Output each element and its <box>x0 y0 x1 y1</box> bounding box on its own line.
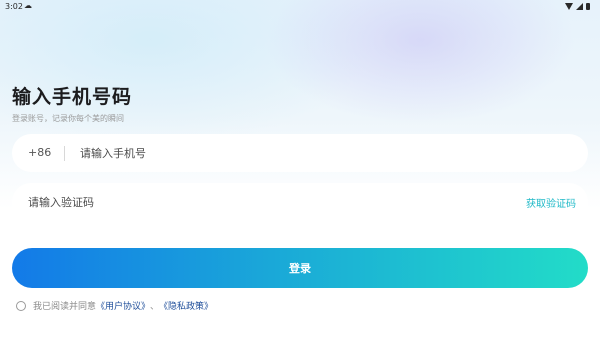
status-time: 3:02 <box>5 2 23 11</box>
agreement-checkbox[interactable] <box>16 300 26 311</box>
get-code-button[interactable]: 获取验证码 <box>526 195 576 210</box>
page-subtitle: 登录账号，记录你每个美的瞬间 <box>12 114 124 123</box>
agreement-prefix: 我已阅读并同意 <box>33 302 97 312</box>
wifi-icon <box>565 3 573 10</box>
verification-code-input[interactable] <box>28 183 488 221</box>
user-agreement-link[interactable]: 《用户协议》 <box>96 299 150 312</box>
prefix-divider <box>64 146 65 161</box>
login-button[interactable]: 登录 <box>12 248 588 288</box>
privacy-policy-link[interactable]: 《隐私政策》 <box>159 299 213 312</box>
verification-code-field[interactable]: 获取验证码 <box>12 183 588 221</box>
status-bar: 3:02 ☁ <box>0 0 600 14</box>
cloud-sync-icon: ☁ <box>24 1 32 10</box>
agreement-separator: 、 <box>150 302 160 312</box>
phone-field[interactable]: +86 <box>12 134 588 172</box>
agreement-row: 我已阅读并同意 《用户协议》 、 《隐私政策》 <box>16 299 213 312</box>
country-code-prefix[interactable]: +86 <box>28 146 51 159</box>
signal-icon <box>576 2 583 10</box>
status-icons <box>565 2 590 10</box>
page-title: 输入手机号码 <box>12 86 133 108</box>
phone-input[interactable] <box>80 134 560 172</box>
battery-icon <box>586 2 590 10</box>
